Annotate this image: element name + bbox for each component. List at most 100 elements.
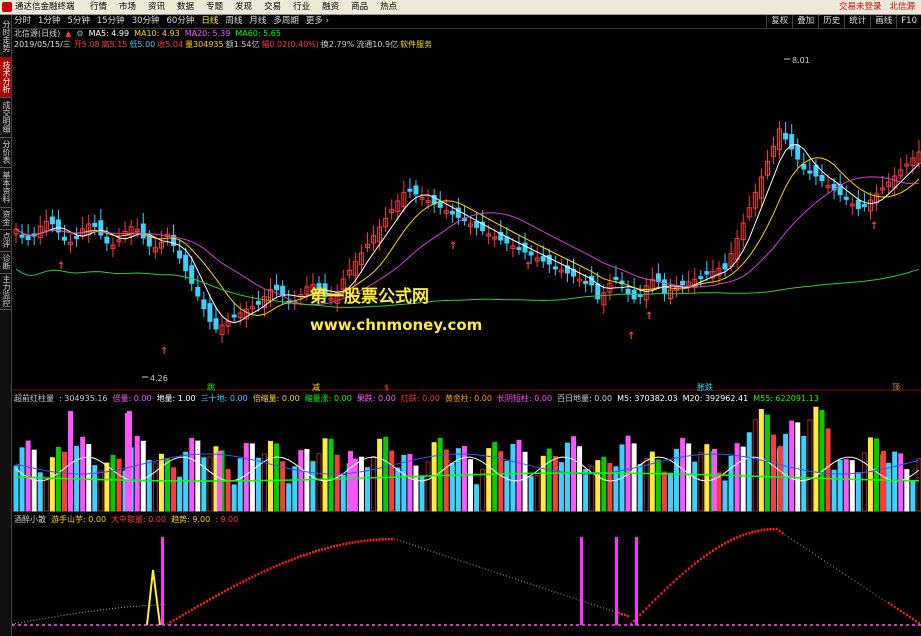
indicator-value: 果跌: 0.00 (356, 394, 396, 403)
volume-bar (510, 443, 516, 512)
volume-bar (825, 428, 831, 512)
buy-arrow-icon: ↑ (870, 221, 878, 232)
candle-body (843, 196, 849, 200)
sidebar-tab-technical[interactable]: 技术分析 (0, 57, 11, 98)
volume-bar (892, 451, 898, 512)
volume-bar (831, 469, 837, 512)
indicator-value: 三十地: 0.00 (200, 394, 248, 403)
period-tab[interactable]: 1分钟 (38, 15, 60, 28)
f10-button[interactable]: F10 (896, 15, 921, 28)
menu-item[interactable]: 行业 (293, 0, 310, 14)
stats-button[interactable]: 统计 (844, 15, 870, 28)
candle-body (516, 247, 522, 251)
period-tab[interactable]: 5分钟 (67, 15, 89, 28)
volume-bar (904, 469, 910, 512)
volume-bar (577, 446, 583, 512)
volume-bar (437, 437, 443, 512)
buy-arrow-icon: ↑ (645, 311, 653, 322)
indicator-yellow-spike (146, 569, 161, 626)
draw-button[interactable]: 画线 (870, 15, 896, 28)
indicator-red-line (169, 527, 921, 627)
chart-tools: 复权 叠加 历史 统计 画线 F10 (766, 15, 921, 28)
indicator-value: 趋势: 9.00 (171, 515, 211, 524)
menu-item[interactable]: 市场 (119, 0, 136, 14)
volume-tag: 胀跌 (697, 382, 713, 392)
volume-spike (778, 446, 783, 511)
period-tab[interactable]: 30分钟 (132, 15, 160, 28)
volume-bar (352, 458, 358, 512)
menu-item[interactable]: 交易 (264, 0, 281, 14)
candle-body (189, 265, 195, 284)
period-tab-daily[interactable]: 日线 (201, 15, 218, 28)
period-tab[interactable]: 15分钟 (97, 15, 125, 28)
sidebar-tab-main-force[interactable]: 主力监控 (0, 273, 11, 310)
menu-item[interactable]: 资讯 (148, 0, 165, 14)
volume-bar (177, 476, 183, 512)
menu-item[interactable]: 商品 (351, 0, 368, 14)
indicator-value: M55: 622091.13 (753, 394, 819, 403)
history-button[interactable]: 历史 (818, 15, 844, 28)
menu-item[interactable]: 热点 (380, 0, 397, 14)
volume-bar (461, 445, 467, 512)
menu-item[interactable]: 数据 (177, 0, 194, 14)
volume-spike (881, 451, 886, 511)
volume-bar (98, 470, 104, 512)
period-tab[interactable]: 月线 (249, 15, 266, 28)
volume-bar (698, 452, 704, 512)
candle-body (540, 256, 546, 262)
sidebar-tab-funds[interactable]: 资金 (0, 207, 11, 230)
overlay-button[interactable]: 叠加 (792, 15, 818, 28)
volume-bar (492, 442, 498, 512)
candle-body (437, 201, 443, 208)
menu-item[interactable]: 行情 (90, 0, 107, 14)
volume-bar (328, 438, 334, 512)
sidebar-tab-profile[interactable]: 基本资料 (0, 167, 11, 208)
volume-bar (407, 453, 413, 512)
ma60-line (15, 268, 920, 308)
volume-bar (655, 459, 661, 512)
buy-arrow-icon: ↑ (160, 346, 168, 357)
period-toolbar: 分时 1分钟 5分钟 15分钟 30分钟 60分钟 日线 周线 月线 多周期 更… (12, 15, 921, 29)
buy-arrow-icon: ↑ (627, 331, 635, 342)
sidebar-tab-trades[interactable]: 成交明细 (0, 97, 11, 138)
menu-item[interactable]: 融资 (322, 0, 339, 14)
volume-bar (534, 474, 540, 512)
period-tab[interactable]: 分时 (14, 15, 31, 28)
volume-bar (140, 440, 146, 512)
adjust-button[interactable]: 复权 (766, 15, 792, 28)
volume-bar (692, 461, 698, 512)
sidebar-tab-price-table[interactable]: 分价表 (0, 137, 11, 168)
candle-body (807, 170, 813, 174)
volume-bar (819, 410, 825, 512)
volume-bar (722, 480, 728, 512)
period-tab[interactable]: 周线 (225, 15, 242, 28)
volume-bar (243, 443, 249, 512)
volume-bar (504, 460, 510, 512)
sidebar-tab-comments[interactable]: 点评 (0, 229, 11, 252)
indicator-value: 超前红柱量 (14, 394, 54, 403)
period-tab[interactable]: 多周期 (273, 15, 299, 28)
sidebar-tab-intraday[interactable]: 分时走势 (0, 15, 11, 58)
volume-bar (474, 484, 480, 512)
volume-bar (807, 419, 813, 512)
volume-bar (389, 450, 395, 512)
trade-login-link[interactable]: 交易未登录 (839, 0, 882, 14)
menu-item[interactable]: 专题 (206, 0, 223, 14)
period-tab-more[interactable]: 更多 › (306, 15, 329, 28)
candle-body (92, 222, 98, 228)
volume-bar (449, 462, 455, 512)
volume-bar (443, 449, 449, 512)
indicator-value: 长阴短柱: 0.00 (497, 394, 553, 403)
top-right-links: 交易未登录 北信源 (839, 0, 915, 14)
stock-name-link[interactable]: 北信源 (889, 0, 915, 14)
volume-bar (455, 448, 461, 512)
period-tab[interactable]: 60分钟 (167, 15, 195, 28)
menu-item[interactable]: 发现 (235, 0, 252, 14)
candle-body (274, 284, 280, 291)
sidebar-tab-diagnosis[interactable]: 诊断 (0, 251, 11, 274)
volume-bar (286, 483, 292, 512)
volume-bar (316, 453, 322, 512)
candle-body (613, 276, 619, 280)
volume-bar (134, 435, 140, 512)
volume-bar (86, 443, 92, 512)
